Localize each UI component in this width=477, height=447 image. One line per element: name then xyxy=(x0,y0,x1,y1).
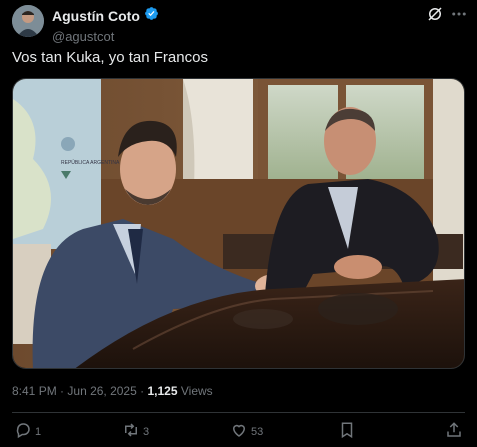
author-block: Agustín Coto @agustcot xyxy=(52,6,159,44)
action-bar: 1 3 53 xyxy=(12,421,465,443)
more-icon[interactable] xyxy=(450,5,468,23)
share-button[interactable] xyxy=(445,421,463,442)
tweet-time[interactable]: 8:41 PM xyxy=(12,384,57,398)
reply-count: 1 xyxy=(35,425,42,438)
divider xyxy=(12,412,465,413)
meta-separator-2: · xyxy=(140,384,145,398)
share-icon xyxy=(445,421,463,442)
repost-count: 3 xyxy=(143,425,150,438)
repost-button[interactable]: 3 xyxy=(122,421,149,442)
like-button[interactable]: 53 xyxy=(230,421,263,442)
author-handle[interactable]: @agustcot xyxy=(52,29,159,44)
reply-icon xyxy=(14,421,32,442)
meta-separator: · xyxy=(60,384,65,398)
tweet-meta: 8:41 PM · Jun 26, 2025 · 1,125 Views xyxy=(12,384,213,398)
tweet-photo[interactable]: REPÚBLICA ARGENTINA xyxy=(12,78,465,369)
views-label: Views xyxy=(180,384,213,398)
grok-icon[interactable] xyxy=(426,5,444,23)
bookmark-icon xyxy=(338,421,356,442)
poster-text: REPÚBLICA ARGENTINA xyxy=(61,159,120,166)
tweet-date[interactable]: Jun 26, 2025 xyxy=(67,384,136,398)
views-count: 1,125 xyxy=(147,384,178,398)
repost-icon xyxy=(122,421,140,442)
author-name[interactable]: Agustín Coto xyxy=(52,8,140,24)
tweet-text: Vos tan Kuka, yo tan Francos xyxy=(12,49,208,66)
heart-icon xyxy=(230,421,248,442)
avatar[interactable] xyxy=(12,5,44,37)
like-count: 53 xyxy=(251,425,264,438)
bookmark-button[interactable] xyxy=(338,421,356,442)
photo-illustration: REPÚBLICA ARGENTINA xyxy=(13,79,464,368)
verified-badge-icon xyxy=(144,6,159,26)
reply-button[interactable]: 1 xyxy=(14,421,41,442)
